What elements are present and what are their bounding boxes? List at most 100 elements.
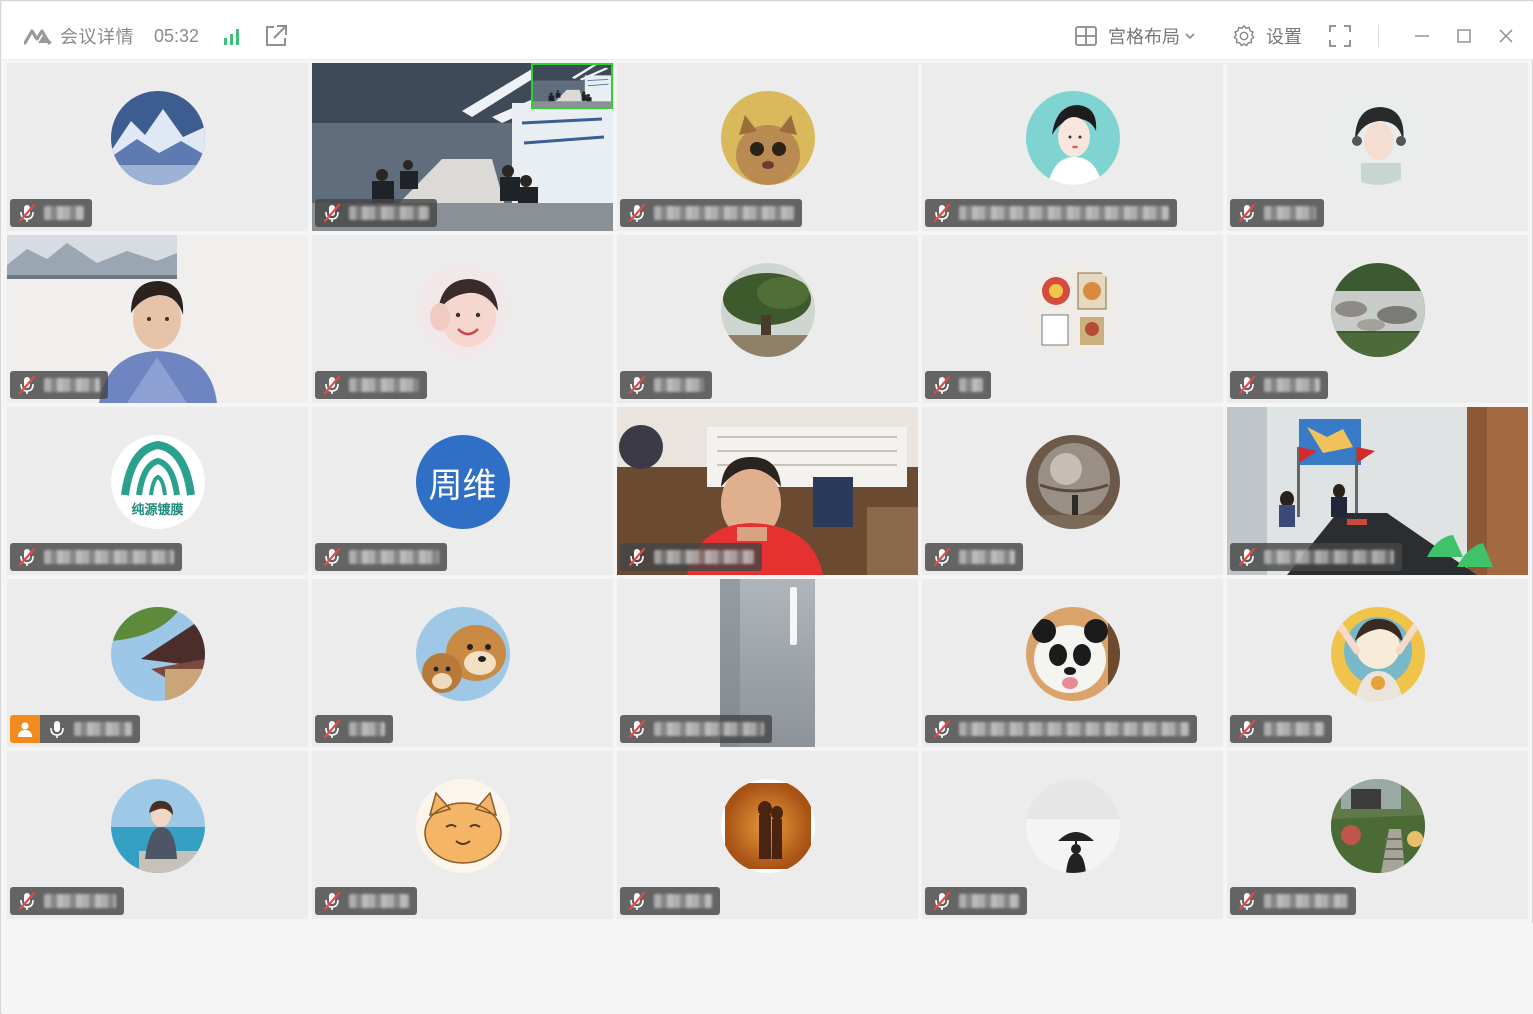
participant-name-bar bbox=[925, 887, 1027, 915]
mic-muted-icon bbox=[323, 719, 341, 739]
participant-avatar bbox=[720, 779, 815, 873]
participant-avatar bbox=[415, 607, 510, 701]
participant-tile[interactable] bbox=[1227, 63, 1528, 231]
participant-name-redacted bbox=[44, 206, 84, 220]
participant-name-redacted bbox=[959, 894, 1019, 908]
mic-muted-icon bbox=[323, 891, 341, 911]
participant-tile[interactable] bbox=[1227, 751, 1528, 919]
participant-tile[interactable] bbox=[312, 579, 613, 747]
participant-name-redacted bbox=[44, 378, 100, 392]
mic-muted-icon bbox=[1238, 891, 1256, 911]
participant-name-redacted bbox=[44, 894, 116, 908]
participant-name-bar bbox=[1230, 887, 1356, 915]
participant-tile[interactable] bbox=[7, 579, 308, 747]
mic-muted-icon bbox=[323, 203, 341, 223]
participant-tile[interactable] bbox=[7, 235, 308, 403]
participant-tile[interactable] bbox=[617, 235, 918, 403]
participant-name-redacted bbox=[349, 550, 439, 564]
participant-name-redacted bbox=[74, 722, 132, 736]
grid-layout-button[interactable]: 宫格布局 bbox=[1074, 23, 1206, 49]
mic-muted-icon bbox=[628, 547, 646, 567]
participant-tile[interactable] bbox=[7, 63, 308, 231]
participant-tile[interactable] bbox=[922, 235, 1223, 403]
participant-tile[interactable] bbox=[617, 751, 918, 919]
company-logo-avatar: 纯源镀膜 bbox=[110, 435, 205, 529]
title-bar-right: 宫格布局 设置 bbox=[1074, 19, 1533, 53]
participant-tile[interactable]: 纯源镀膜 bbox=[7, 407, 308, 575]
participant-avatar bbox=[1330, 607, 1425, 701]
participant-tile[interactable] bbox=[922, 63, 1223, 231]
host-user-icon bbox=[18, 722, 32, 737]
participant-tile[interactable] bbox=[617, 579, 918, 747]
participant-tile[interactable] bbox=[617, 407, 918, 575]
participant-name-bar bbox=[620, 371, 712, 399]
participant-name-bar bbox=[1230, 543, 1402, 571]
meeting-info-link[interactable]: 会议详情 bbox=[60, 23, 134, 49]
maximize-button[interactable] bbox=[1443, 19, 1485, 53]
participant-name-bar bbox=[925, 199, 1177, 227]
mic-muted-icon bbox=[18, 891, 36, 911]
participant-tile[interactable] bbox=[312, 63, 613, 231]
participant-name-bar bbox=[620, 715, 772, 743]
participant-name-redacted bbox=[44, 550, 174, 564]
participant-tile[interactable] bbox=[1227, 235, 1528, 403]
meeting-window: 会议详情 05:32 宫格布局 设置 纯源镀膜 周维 bbox=[0, 0, 1533, 1014]
mic-muted-icon bbox=[1238, 375, 1256, 395]
participant-name-bar bbox=[620, 887, 720, 915]
participant-name-bar bbox=[925, 543, 1023, 571]
participant-tile[interactable] bbox=[922, 407, 1223, 575]
participant-avatar bbox=[720, 91, 815, 185]
participant-name-bar bbox=[10, 371, 108, 399]
minimize-button[interactable] bbox=[1401, 19, 1443, 53]
mic-muted-icon bbox=[18, 375, 36, 395]
participant-avatar bbox=[1330, 779, 1425, 873]
participant-name-redacted bbox=[1264, 722, 1324, 736]
close-button[interactable] bbox=[1485, 19, 1527, 53]
title-bar-divider bbox=[1378, 25, 1379, 47]
participant-avatar bbox=[1025, 607, 1120, 701]
participant-avatar bbox=[1330, 263, 1425, 357]
mic-muted-icon bbox=[628, 891, 646, 911]
title-bar: 会议详情 05:32 宫格布局 设置 bbox=[2, 2, 1533, 60]
participant-tile[interactable] bbox=[617, 63, 918, 231]
participant-name-bar bbox=[10, 887, 124, 915]
participant-name-bar bbox=[315, 371, 427, 399]
mic-muted-icon bbox=[18, 547, 36, 567]
initials-avatar: 周维 bbox=[415, 435, 510, 529]
mic-muted-icon bbox=[933, 203, 951, 223]
share-external-icon[interactable] bbox=[263, 23, 289, 49]
participant-tile[interactable] bbox=[7, 751, 308, 919]
network-signal-icon[interactable] bbox=[221, 25, 243, 47]
mic-muted-icon bbox=[933, 547, 951, 567]
participant-name-bar bbox=[10, 199, 92, 227]
participant-name-redacted bbox=[349, 722, 385, 736]
participant-name-bar bbox=[10, 543, 182, 571]
participant-avatar bbox=[1025, 435, 1120, 529]
fullscreen-button[interactable] bbox=[1328, 24, 1352, 48]
close-icon bbox=[1499, 29, 1513, 43]
participant-name-redacted bbox=[959, 722, 1189, 736]
participant-tile[interactable]: 周维 bbox=[312, 407, 613, 575]
grid-layout-icon bbox=[1075, 26, 1097, 46]
participant-avatar bbox=[110, 91, 205, 185]
settings-label: 设置 bbox=[1266, 27, 1302, 47]
self-view-pip[interactable] bbox=[531, 63, 613, 109]
participant-tile[interactable] bbox=[312, 235, 613, 403]
participant-name-redacted bbox=[1264, 206, 1316, 220]
mic-muted-icon bbox=[1238, 719, 1256, 739]
mic-muted-icon bbox=[323, 547, 341, 567]
participant-name-bar bbox=[620, 543, 762, 571]
participant-name-redacted bbox=[959, 206, 1169, 220]
participant-tile[interactable] bbox=[922, 751, 1223, 919]
participant-avatar bbox=[1025, 263, 1120, 357]
settings-button[interactable]: 设置 bbox=[1232, 23, 1302, 49]
participant-tile[interactable] bbox=[922, 579, 1223, 747]
mic-muted-icon bbox=[18, 203, 36, 223]
participant-name-redacted bbox=[1264, 378, 1320, 392]
participant-tile[interactable] bbox=[312, 751, 613, 919]
participant-tile[interactable] bbox=[1227, 579, 1528, 747]
participant-name-redacted bbox=[349, 894, 409, 908]
maximize-icon bbox=[1457, 29, 1471, 43]
participant-name-bar bbox=[315, 199, 437, 227]
participant-tile[interactable] bbox=[1227, 407, 1528, 575]
